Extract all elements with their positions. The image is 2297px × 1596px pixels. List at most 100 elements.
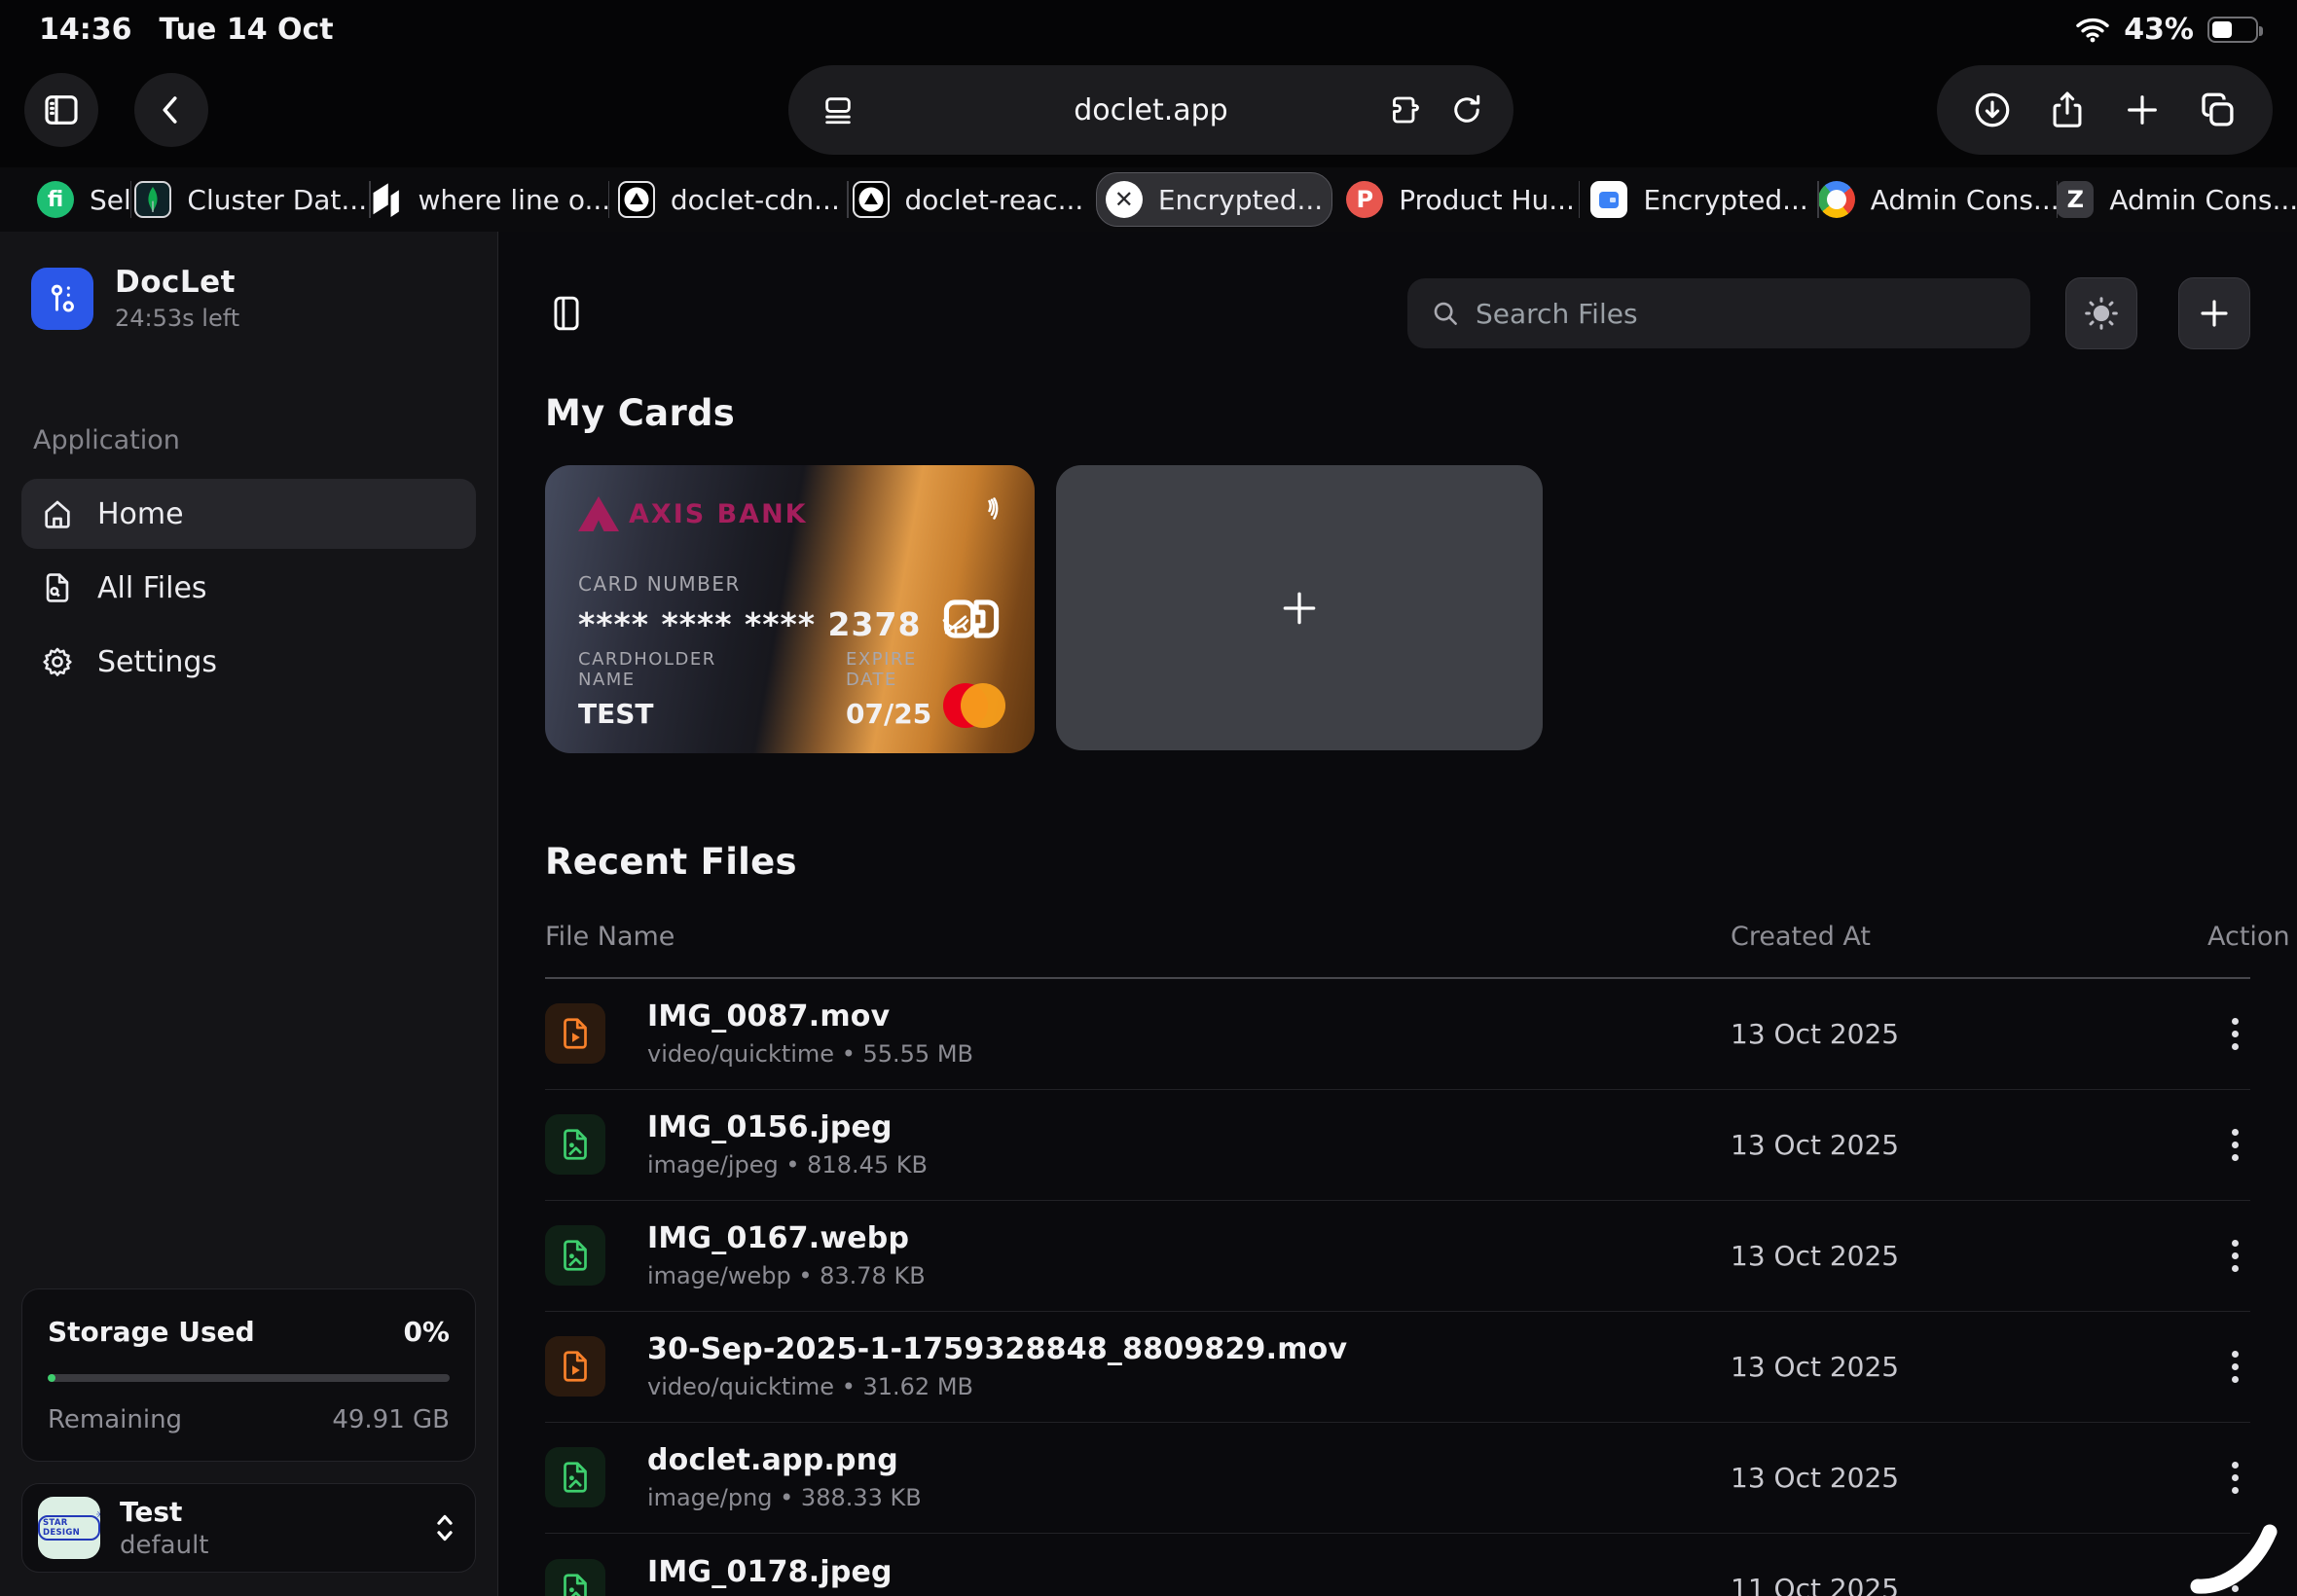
video-file-icon [545,1336,605,1396]
downloads-icon[interactable] [1972,90,2013,130]
tab-cluster-database[interactable]: Cluster Dat... [131,167,371,232]
doclet-logo-icon [31,268,93,330]
remaining-label: Remaining [48,1405,182,1434]
main-content: My Cards AXIS BANK CARD NUMBER [498,232,2297,1596]
bank-card[interactable]: AXIS BANK CARD NUMBER **** **** **** 237… [545,465,1035,753]
file-meta: video/quicktime • 31.62 MB [647,1373,1347,1400]
workspace-switcher[interactable]: STAR DESIGN Test default [21,1483,476,1573]
deploy-triangle-favicon [618,181,655,218]
cardholder-label: CARDHOLDER NAME [578,649,731,690]
deploy-triangle-favicon [853,181,890,218]
back-button[interactable] [134,73,208,147]
tab-label: Cluster Dat... [187,184,367,216]
fiverr-favicon: fi [37,181,74,218]
tab-strip: fi Selle Cluster Dat... where line o... … [0,167,2297,232]
cardholder-name: TEST [578,698,731,730]
sidebar-section-label: Application [33,425,476,455]
column-action: Action [2207,922,2250,952]
doclet-app-page: DocLet 24:53s left Application Home All … [0,232,2297,1596]
share-icon[interactable] [2048,90,2087,130]
profile-workspace: default [120,1531,208,1560]
address-bar[interactable]: doclet.app [788,65,1513,155]
tab-doclet-react[interactable]: doclet-reac... [849,167,1088,232]
table-row[interactable]: IMG_0156.jpeg image/jpeg • 818.45 KB 13 … [545,1090,2250,1201]
file-created-at: 11 Oct 2025 [1731,1573,2207,1596]
sidebar-item-home[interactable]: Home [21,479,476,549]
image-file-icon [545,1114,605,1175]
new-tab-icon[interactable] [2123,91,2162,129]
search-bar[interactable] [1407,278,2030,348]
gear-icon [41,645,74,678]
session-timer: 24:53s left [115,305,239,332]
chevron-up-down-icon [430,1511,459,1544]
toolbar-actions [1937,65,2273,155]
row-actions-button[interactable] [2220,1121,2250,1169]
row-actions-button[interactable] [2220,1343,2250,1391]
tab-seller[interactable]: fi Selle [0,167,131,232]
copy-card-icon[interactable] [943,596,1000,642]
tab-overview-icon[interactable] [2197,90,2238,130]
browser-sidebar-toggle-button[interactable] [24,73,98,147]
card-number-label: CARD NUMBER [578,572,1002,596]
file-created-at: 13 Oct 2025 [1731,1462,2207,1494]
file-created-at: 13 Oct 2025 [1731,1018,2207,1050]
tab-where-line[interactable]: where line o... [371,167,610,232]
storage-label: Storage Used [48,1316,255,1348]
tab-admin-console-1[interactable]: Admin Cons... [1819,167,2059,232]
file-created-at: 13 Oct 2025 [1731,1351,2207,1383]
tab-encrypted-active[interactable]: ✕ Encrypted... [1096,172,1332,227]
close-tab-icon[interactable]: ✕ [1106,181,1143,218]
tab-label: Encrypted... [1158,184,1323,216]
reload-icon[interactable] [1449,92,1484,127]
file-name: IMG_0156.jpeg [647,1110,928,1144]
contactless-icon [972,496,1002,526]
add-file-button[interactable] [2178,277,2250,349]
row-actions-button[interactable] [2220,1010,2250,1058]
tab-admin-console-2[interactable]: Z Admin Cons... [2058,167,2297,232]
sidebar-item-label: Home [97,497,184,531]
tab-label: Selle [90,184,131,216]
home-icon [41,497,74,530]
theme-toggle-button[interactable] [2065,277,2137,349]
sidebar-item-label: Settings [97,645,217,679]
status-date: Tue 14 Oct [160,13,334,47]
my-cards-title: My Cards [545,392,2250,434]
file-meta: video/quicktime • 55.55 MB [647,1040,973,1068]
table-row[interactable]: IMG_0167.webp image/webp • 83.78 KB 13 O… [545,1201,2250,1312]
recent-files-title: Recent Files [545,841,2250,883]
file-name: IMG_0087.mov [647,999,973,1034]
letter-z-favicon: Z [2058,181,2094,218]
sidebar-item-all-files[interactable]: All Files [21,553,476,623]
extensions-icon[interactable] [1387,92,1422,127]
tab-label: Admin Cons... [1871,184,2059,216]
table-row[interactable]: IMG_0178.jpeg image/jpeg • 103.03 KB 11 … [545,1534,2250,1596]
tab-label: doclet-cdn... [671,184,840,216]
mastercard-logo-icon [943,681,1005,730]
cards-row: AXIS BANK CARD NUMBER **** **** **** 237… [545,465,2250,753]
status-bar: 14:36 Tue 14 Oct 43% [0,0,2297,53]
table-row[interactable]: doclet.app.png image/png • 388.33 KB 13 … [545,1423,2250,1534]
expiry-label: EXPIRE DATE [846,649,943,690]
app-name: DocLet [115,265,239,300]
row-actions-button[interactable] [2220,1232,2250,1280]
main-header [545,277,2250,349]
white-mark-favicon [371,182,403,217]
table-row[interactable]: 30-Sep-2025-1-1759328848_8809829.mov vid… [545,1312,2250,1423]
axis-bank-triangle-icon [578,496,619,531]
mongodb-leaf-favicon [134,181,171,218]
tab-doclet-cdn[interactable]: doclet-cdn... [609,167,849,232]
add-card-button[interactable] [1056,465,1543,750]
sidebar-item-settings[interactable]: Settings [21,627,476,697]
column-file-name: File Name [545,922,1731,952]
table-row[interactable]: IMG_0087.mov video/quicktime • 55.55 MB … [545,979,2250,1090]
sidebar-collapse-icon[interactable] [545,292,588,335]
row-actions-button[interactable] [2220,1454,2250,1502]
google-favicon [1819,181,1855,218]
wifi-icon [2075,17,2110,43]
file-created-at: 13 Oct 2025 [1731,1240,2207,1272]
wallet-favicon [1590,181,1627,218]
tab-product-hunt[interactable]: P Product Hu... [1341,167,1581,232]
file-table: IMG_0087.mov video/quicktime • 55.55 MB … [545,979,2250,1596]
tab-encrypted-2[interactable]: Encrypted... [1580,167,1819,232]
search-input[interactable] [1476,298,2007,330]
